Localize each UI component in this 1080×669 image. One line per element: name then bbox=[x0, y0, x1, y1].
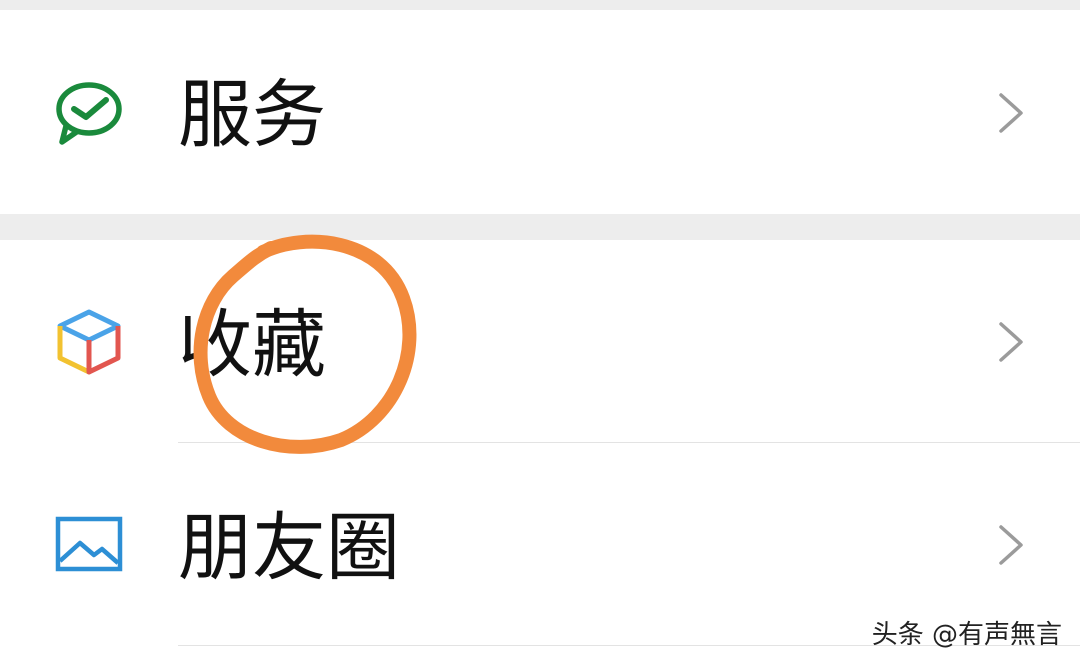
wechat-pay-icon bbox=[52, 76, 126, 150]
section-gap bbox=[0, 214, 1080, 240]
chevron-right-icon bbox=[996, 320, 1026, 364]
section-gap-top bbox=[0, 0, 1080, 10]
menu-item-services[interactable]: 服务 bbox=[0, 10, 1080, 214]
moments-image-icon bbox=[52, 509, 126, 583]
menu-item-label: 服务 bbox=[178, 72, 326, 158]
menu-item-label: 朋友圈 bbox=[178, 505, 400, 591]
menu-item-moments[interactable]: 朋友圈 bbox=[0, 443, 1080, 645]
chevron-right-icon bbox=[996, 523, 1026, 567]
chevron-right-icon bbox=[996, 91, 1026, 135]
watermark-text: 头条 @有声無言 bbox=[871, 620, 1062, 650]
wechat-me-screen: 服务 收藏 朋友圈 头条 @有声無言 bbox=[0, 0, 1080, 669]
favorites-cube-icon bbox=[52, 306, 126, 380]
menu-item-label: 收藏 bbox=[178, 302, 326, 388]
menu-item-favorites[interactable]: 收藏 bbox=[0, 240, 1080, 442]
